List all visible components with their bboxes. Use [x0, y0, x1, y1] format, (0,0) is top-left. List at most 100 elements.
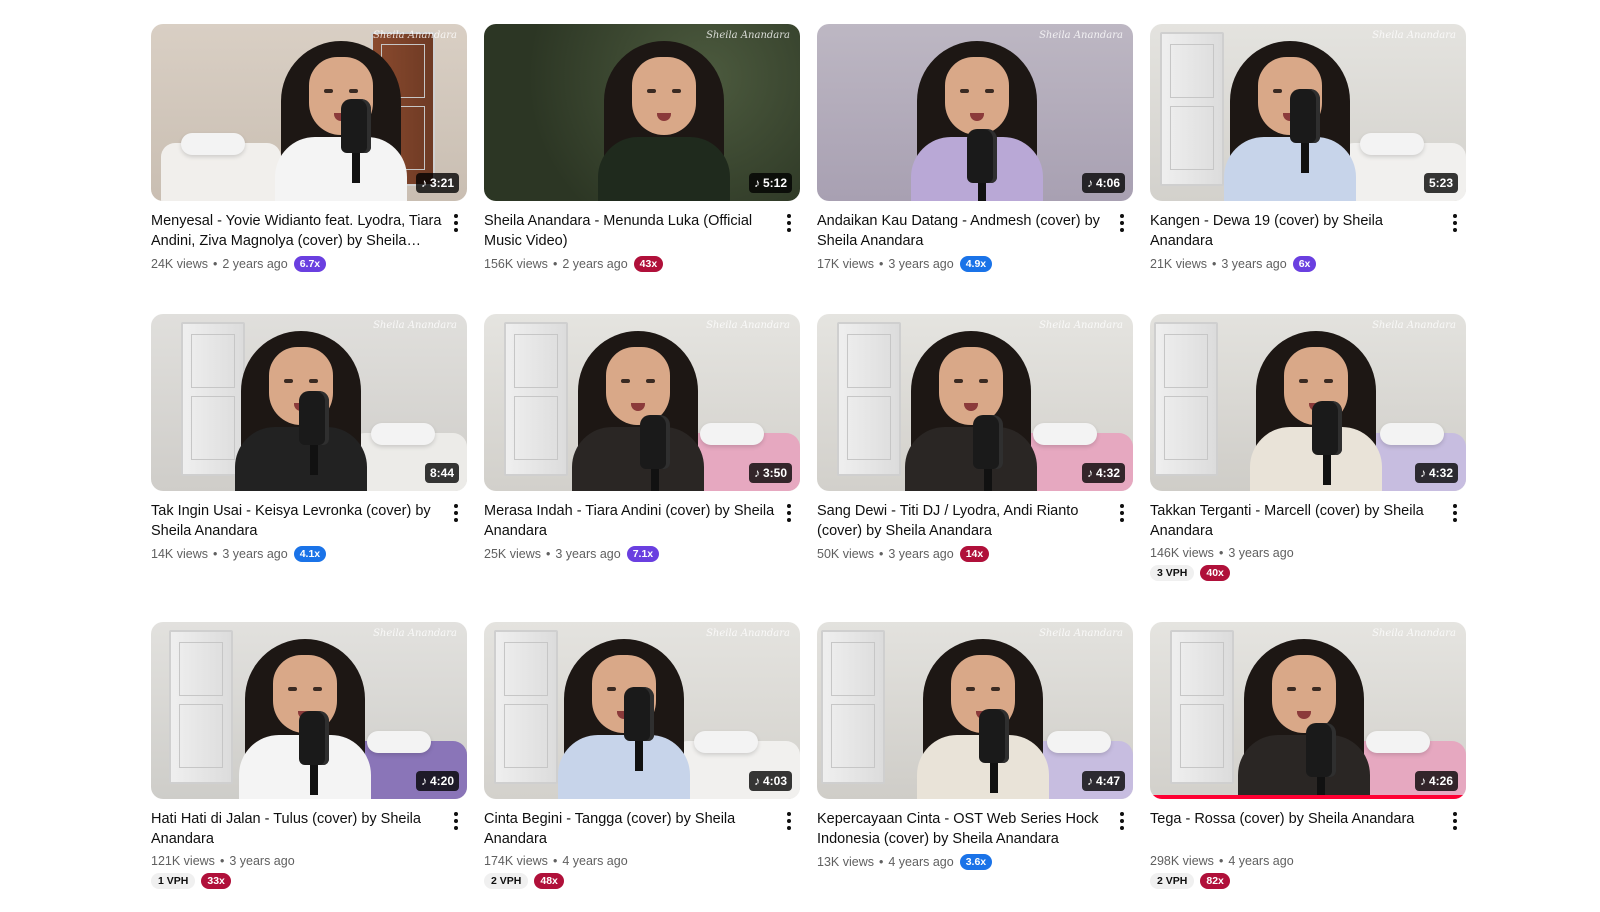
video-metadata: 14K views • 3 years ago 4.1x	[151, 546, 327, 562]
video-card[interactable]: Sheila Anandara ♪ 4:26 Tega - Rossa (cover)…	[1150, 622, 1466, 912]
separator-dot: •	[878, 257, 884, 271]
video-title[interactable]: Sang Dewi - Titi DJ / Lyodra, Andi Riant…	[817, 501, 1109, 541]
microphone-icon	[967, 129, 997, 201]
video-card[interactable]: Sheila Anandara ♪ 4:06 Andaikan Kau Datang …	[817, 24, 1133, 314]
thumbnail-singer	[554, 627, 694, 799]
upload-age: 3 years ago	[888, 547, 954, 561]
duration-badge: 5:23	[1423, 173, 1458, 193]
duration-badge: ♪ 4:06	[1081, 173, 1125, 193]
more-options-icon[interactable]	[1448, 502, 1462, 524]
outlier-badge: 4.1x	[293, 546, 327, 562]
video-card[interactable]: Sheila Anandara ♪ 4:20 Hati Hati di Jalan -…	[151, 622, 467, 912]
view-count: 50K views	[817, 547, 874, 561]
music-note-icon: ♪	[753, 176, 760, 190]
upload-age: 3 years ago	[222, 547, 288, 561]
video-metadata: 21K views • 3 years ago 6x	[1150, 256, 1317, 272]
outlier-badge: 40x	[1200, 565, 1230, 581]
music-note-icon: ♪	[753, 466, 760, 480]
upload-age: 3 years ago	[888, 257, 954, 271]
video-metadata: 50K views • 3 years ago 14x	[817, 546, 990, 562]
music-note-icon: ♪	[1086, 466, 1093, 480]
outlier-badge: 14x	[959, 546, 990, 562]
video-card[interactable]: Sheila Anandara ♪ 5:12 Sheila Anandara - Me…	[484, 24, 800, 314]
video-thumbnail[interactable]: Sheila Anandara ♪ 4:20	[151, 622, 467, 799]
video-thumbnail[interactable]: Sheila Anandara ♪ 4:32	[1150, 314, 1466, 491]
outlier-badge: 33x	[201, 873, 231, 889]
separator-dot: •	[1218, 854, 1224, 868]
separator-dot: •	[552, 854, 558, 868]
thumbnail-door	[504, 322, 568, 476]
video-title[interactable]: Sheila Anandara - Menunda Luka (Official…	[484, 211, 776, 251]
video-thumbnail[interactable]: Sheila Anandara ♪ 4:26	[1150, 622, 1466, 799]
upload-age: 3 years ago	[1221, 257, 1287, 271]
video-title[interactable]: Tak Ingin Usai - Keisya Levronka (cover)…	[151, 501, 443, 541]
video-thumbnail[interactable]: Sheila Anandara ♪ 3:21	[151, 24, 467, 201]
thumbnail-door	[494, 630, 558, 784]
outlier-badge: 7.1x	[626, 546, 660, 562]
separator-dot: •	[212, 547, 218, 561]
view-count: 298K views	[1150, 854, 1214, 868]
video-title[interactable]: Kangen - Dewa 19 (cover) by Sheila Anand…	[1150, 211, 1442, 251]
upload-age: 4 years ago	[888, 855, 954, 869]
video-thumbnail[interactable]: Sheila Anandara ♪ 5:12	[484, 24, 800, 201]
video-thumbnail[interactable]: Sheila Anandara ♪ 4:32	[817, 314, 1133, 491]
more-options-icon[interactable]	[449, 212, 463, 234]
video-title[interactable]: Takkan Terganti - Marcell (cover) by She…	[1150, 501, 1442, 541]
video-stats: 2 VPH 82x	[1150, 873, 1230, 889]
video-grid: Sheila Anandara ♪ 3:21 Menyesal - Yovie Wid…	[151, 24, 1466, 912]
video-title[interactable]: Kepercayaan Cinta - OST Web Series Hock …	[817, 809, 1109, 849]
thumbnail-singer	[568, 319, 708, 491]
duration-badge: ♪ 3:21	[415, 173, 459, 193]
video-card[interactable]: Sheila Anandara ♪ 3:21 Menyesal - Yovie Wid…	[151, 24, 467, 314]
video-metadata: 174K views • 4 years ago	[484, 854, 628, 868]
video-card[interactable]: Sheila Anandara 5:23 Kangen - Dewa 19 (cov…	[1150, 24, 1466, 314]
outlier-badge: 43x	[633, 256, 664, 272]
video-thumbnail[interactable]: Sheila Anandara 5:23	[1150, 24, 1466, 201]
video-card[interactable]: Sheila Anandara ♪ 4:03 Cinta Begini - Tangg…	[484, 622, 800, 912]
watermark: Sheila Anandara	[373, 320, 457, 331]
video-card[interactable]: Sheila Anandara ♪ 4:32 Takkan Terganti - Ma…	[1150, 314, 1466, 622]
video-title[interactable]: Tega - Rossa (cover) by Sheila Anandara	[1150, 809, 1442, 829]
video-card[interactable]: Sheila Anandara ♪ 4:47 Kepercayaan Cinta - …	[817, 622, 1133, 912]
more-options-icon[interactable]	[782, 212, 796, 234]
more-options-icon[interactable]	[449, 810, 463, 832]
more-options-icon[interactable]	[782, 502, 796, 524]
upload-age: 4 years ago	[1228, 854, 1294, 868]
thumbnail-singer	[913, 627, 1053, 799]
more-options-icon[interactable]	[1115, 810, 1129, 832]
duration-badge: ♪ 4:03	[748, 771, 792, 791]
more-options-icon[interactable]	[1448, 212, 1462, 234]
more-options-icon[interactable]	[1115, 502, 1129, 524]
video-thumbnail[interactable]: Sheila Anandara 8:44	[151, 314, 467, 491]
thumbnail-bed	[161, 133, 281, 201]
more-options-icon[interactable]	[1448, 810, 1462, 832]
video-thumbnail[interactable]: Sheila Anandara ♪ 4:47	[817, 622, 1133, 799]
thumbnail-singer	[271, 29, 411, 201]
video-title[interactable]: Cinta Begini - Tangga (cover) by Sheila …	[484, 809, 776, 849]
view-count: 17K views	[817, 257, 874, 271]
video-metadata: 146K views • 3 years ago	[1150, 546, 1294, 560]
video-title[interactable]: Merasa Indah - Tiara Andini (cover) by S…	[484, 501, 776, 541]
video-title[interactable]: Andaikan Kau Datang - Andmesh (cover) by…	[817, 211, 1109, 251]
video-card[interactable]: Sheila Anandara 8:44 Tak Ingin Usai - Keis…	[151, 314, 467, 622]
video-card[interactable]: Sheila Anandara ♪ 3:50 Merasa Indah - Tiara…	[484, 314, 800, 622]
video-stats: 3 VPH 40x	[1150, 565, 1230, 581]
video-title[interactable]: Menyesal - Yovie Widianto feat. Lyodra, …	[151, 211, 443, 251]
duration-badge: ♪ 4:47	[1081, 771, 1125, 791]
more-options-icon[interactable]	[782, 810, 796, 832]
microphone-icon	[299, 391, 329, 475]
more-options-icon[interactable]	[1115, 212, 1129, 234]
watermark: Sheila Anandara	[1039, 320, 1123, 331]
video-card[interactable]: Sheila Anandara ♪ 4:32 Sang Dewi - Titi DJ …	[817, 314, 1133, 622]
view-count: 21K views	[1150, 257, 1207, 271]
video-metadata: 25K views • 3 years ago 7.1x	[484, 546, 660, 562]
video-thumbnail[interactable]: Sheila Anandara ♪ 4:06	[817, 24, 1133, 201]
video-stats: 1 VPH 33x	[151, 873, 231, 889]
microphone-icon	[973, 415, 1003, 491]
more-options-icon[interactable]	[449, 502, 463, 524]
video-thumbnail[interactable]: Sheila Anandara ♪ 3:50	[484, 314, 800, 491]
microphone-icon	[1312, 401, 1342, 485]
separator-dot: •	[1218, 546, 1224, 560]
video-title[interactable]: Hati Hati di Jalan - Tulus (cover) by Sh…	[151, 809, 443, 849]
video-thumbnail[interactable]: Sheila Anandara ♪ 4:03	[484, 622, 800, 799]
